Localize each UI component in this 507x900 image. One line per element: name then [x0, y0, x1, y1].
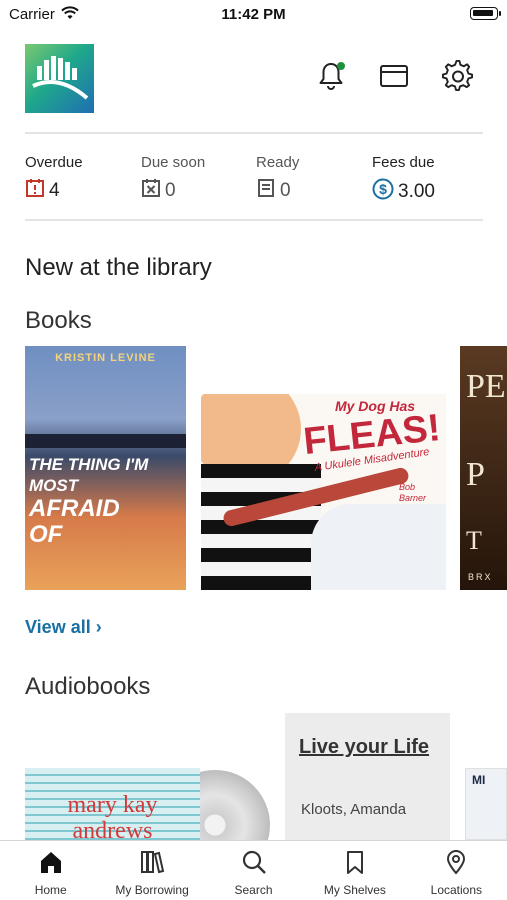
notification-dot [337, 62, 345, 70]
due-soon-label: Due soon [141, 154, 206, 171]
stats-divider [25, 219, 483, 221]
notifications-button[interactable] [313, 60, 349, 96]
book-cover[interactable]: PE P T BRX [460, 346, 507, 590]
fees-dollar-icon: $ [372, 178, 394, 205]
audiobook-author: Kloots, Amanda [301, 801, 407, 818]
due-soon-count: 0 [165, 179, 176, 201]
battery-icon [470, 7, 501, 20]
search-icon [241, 849, 267, 880]
library-logo [25, 44, 94, 113]
fees-due-stat[interactable]: Fees due $ 3.00 [372, 154, 435, 205]
home-icon [38, 849, 64, 880]
tab-label: Home [34, 883, 67, 897]
audiobook-cover[interactable]: mary kay andrews [25, 768, 200, 840]
books-icon [139, 849, 165, 880]
overdue-label: Overdue [25, 154, 83, 171]
ready-count: 0 [280, 179, 291, 201]
cover-author: BRX [468, 572, 493, 582]
svg-text:$: $ [379, 181, 387, 197]
ready-label: Ready [256, 154, 300, 171]
cover-art [311, 504, 446, 590]
chevron-right-icon: › [90, 617, 102, 637]
overdue-stat[interactable]: Overdue 4 [25, 154, 83, 203]
cover-art [201, 464, 321, 590]
book-cover[interactable]: KRISTIN LEVINE THE THING I'M MOST AFRAID… [25, 346, 186, 590]
due-soon-stat[interactable]: Due soon 0 [141, 154, 205, 203]
tab-home[interactable]: Home [0, 841, 101, 900]
library-card-button[interactable] [376, 60, 412, 96]
ready-stat[interactable]: Ready 0 [256, 154, 299, 203]
audiobooks-heading: Audiobooks [25, 673, 151, 700]
gear-icon [441, 59, 474, 97]
books-heading: Books [25, 307, 92, 334]
tab-label: Locations [430, 883, 483, 897]
tab-search[interactable]: Search [203, 841, 304, 900]
audiobook-cover[interactable]: MI [465, 768, 507, 840]
location-pin-icon [443, 849, 469, 880]
tab-label: My Shelves [323, 883, 386, 897]
tab-bar: Home My Borrowing Search My Shelves Loca… [0, 840, 507, 900]
cover-title: T [466, 526, 482, 555]
card-icon [379, 64, 409, 93]
overdue-alert-icon [25, 178, 45, 203]
header-divider [25, 132, 483, 134]
audiobook-title: Live your Life [299, 736, 430, 758]
tab-label: My Borrowing [115, 883, 189, 897]
bookmark-icon [342, 849, 368, 880]
fees-due-label: Fees due [372, 154, 435, 171]
ready-icon [256, 178, 276, 203]
cover-author: Bob Barner [399, 482, 427, 503]
book-cover[interactable]: My Dog Has FLEAS! A Ukulele Misadventure… [201, 394, 446, 590]
fees-due-amount: 3.00 [398, 180, 435, 202]
cover-title: MI [472, 773, 486, 787]
cover-title: THE THING I'M MOST AFRAID OF [29, 455, 149, 548]
cover-title: P [466, 456, 485, 493]
due-soon-icon [141, 178, 161, 203]
cover-author: mary kay andrews [67, 792, 158, 840]
cover-art [25, 434, 186, 448]
overdue-count: 4 [49, 179, 60, 201]
cover-title: PE [466, 368, 506, 405]
view-all-link[interactable]: View all › [25, 617, 102, 638]
section-title: New at the library [25, 254, 212, 281]
settings-button[interactable] [440, 59, 476, 97]
clock: 11:42 PM [221, 6, 286, 23]
tab-my-borrowing[interactable]: My Borrowing [101, 841, 202, 900]
cover-author: KRISTIN LEVINE [55, 352, 156, 364]
status-bar: Carrier 11:42 PM [0, 0, 507, 30]
tab-locations[interactable]: Locations [406, 841, 507, 900]
tab-my-shelves[interactable]: My Shelves [304, 841, 405, 900]
audiobook-card[interactable]: Live your Life Kloots, Amanda [285, 713, 450, 840]
tab-label: Search [234, 883, 273, 897]
